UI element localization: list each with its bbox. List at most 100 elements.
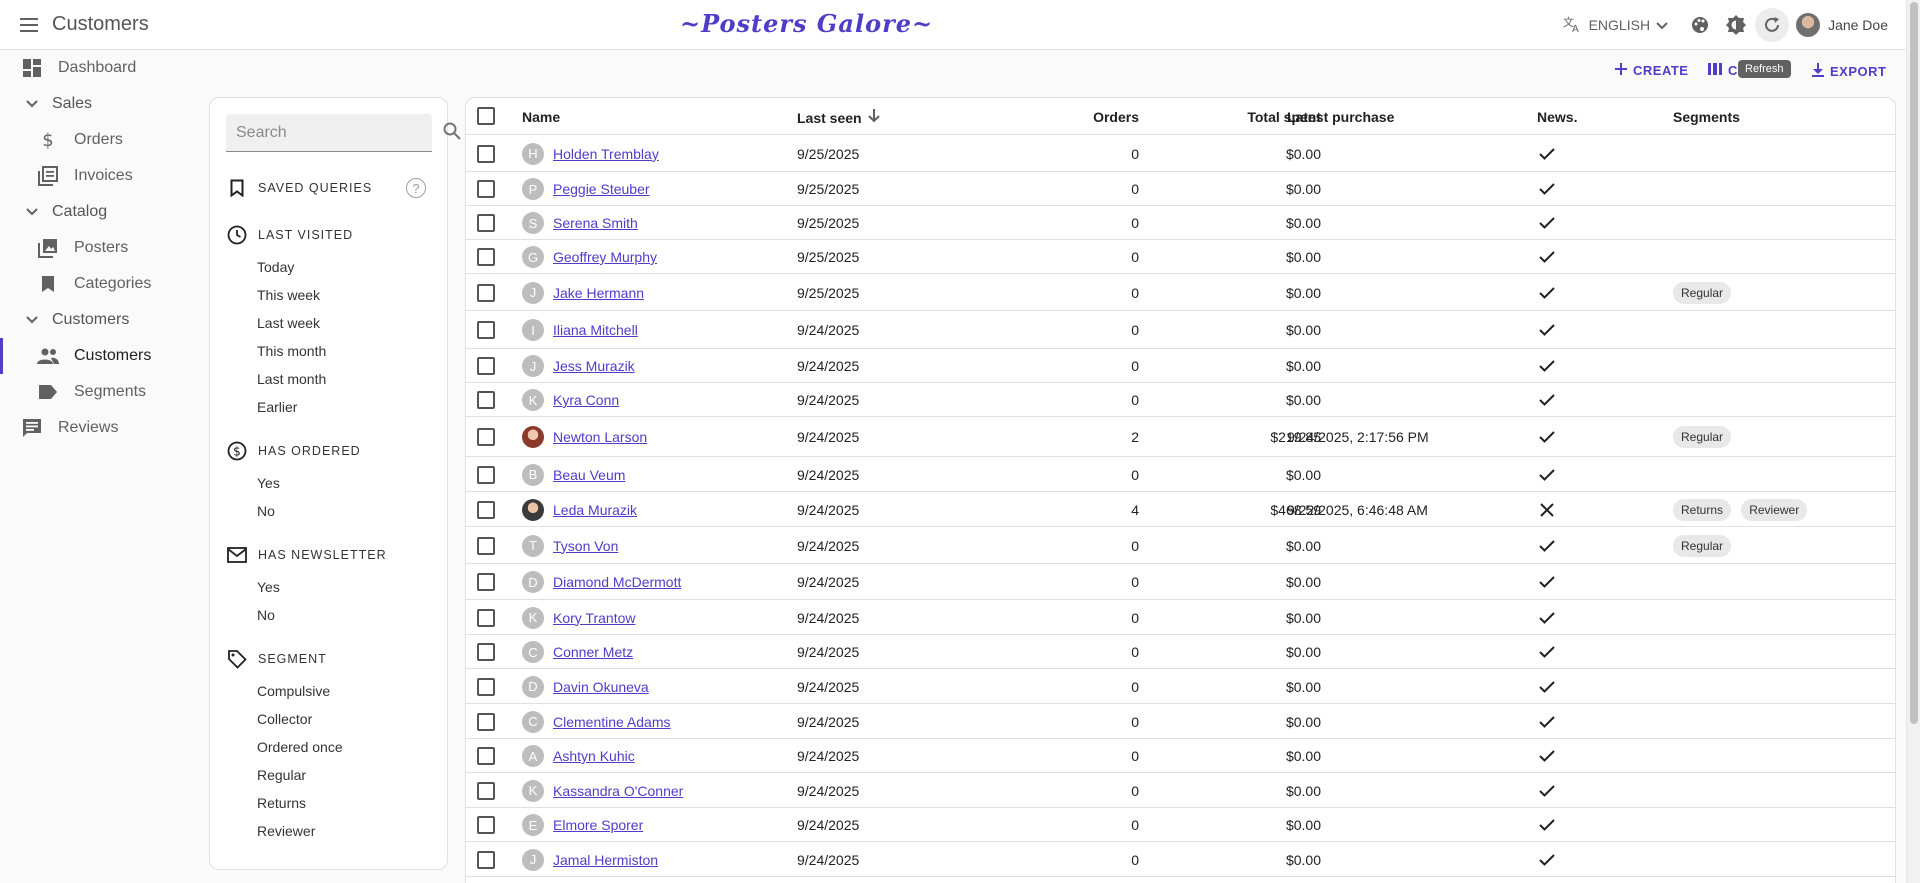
filter-segment-returns[interactable]: Returns	[257, 795, 306, 811]
customer-name-link[interactable]: Iliana Mitchell	[553, 322, 638, 338]
row-checkbox[interactable]	[477, 248, 495, 266]
table-row[interactable]: S Serena Smith 9/25/2025 0 $0.00	[466, 206, 1895, 240]
row-checkbox[interactable]	[477, 391, 495, 409]
filter-this-month[interactable]: This month	[257, 343, 326, 359]
sidebar-item-orders[interactable]: $ Orders	[0, 122, 200, 158]
row-checkbox[interactable]	[477, 500, 495, 519]
help-icon[interactable]: ?	[406, 178, 426, 198]
table-row[interactable]: T Tyson Von 9/24/2025 0 $0.00 Regular	[466, 527, 1895, 564]
row-checkbox[interactable]	[477, 643, 495, 661]
row-checkbox[interactable]	[477, 850, 495, 869]
column-last-seen[interactable]: Last seen	[797, 109, 880, 126]
palette-icon[interactable]	[1683, 8, 1717, 42]
customer-name-link[interactable]: Serena Smith	[553, 215, 638, 231]
row-checkbox[interactable]	[477, 781, 495, 800]
language-selector[interactable]: 文A ENGLISH	[1563, 15, 1668, 36]
row-checkbox[interactable]	[477, 608, 495, 627]
table-row[interactable]: Leda Murazik 9/24/2025 4 $468.59 9/22/2025, …	[466, 492, 1895, 527]
customer-name-link[interactable]: Newton Larson	[553, 429, 647, 445]
customer-name-link[interactable]: Davin Okuneva	[553, 679, 649, 695]
row-checkbox[interactable]	[477, 283, 495, 302]
table-row[interactable]: J Jess Murazik 9/24/2025 0 $0.00	[466, 349, 1895, 383]
customer-name-link[interactable]: Ashtyn Kuhic	[553, 748, 635, 764]
column-orders[interactable]: Orders	[1029, 109, 1139, 125]
table-row[interactable]: K Kory Trantow 9/24/2025 0 $0.00	[466, 600, 1895, 635]
table-row[interactable]: K Kassandra O'Conner 9/24/2025 0 $0.00	[466, 773, 1895, 808]
row-checkbox[interactable]	[477, 428, 495, 446]
customer-name-link[interactable]: Peggie Steuber	[553, 181, 650, 197]
sidebar-item-categories[interactable]: Categories	[0, 266, 200, 302]
sidebar-item-dashboard[interactable]: Dashboard	[0, 50, 200, 86]
customer-name-link[interactable]: Beau Veum	[553, 467, 625, 483]
sidebar-item-customers-group[interactable]: Customers	[0, 302, 200, 338]
sidebar-item-segments[interactable]: Segments	[0, 374, 200, 410]
customer-name-link[interactable]: Kassandra O'Conner	[553, 783, 683, 799]
table-row[interactable]: Newton Larson 9/24/2025 2 $219.85 9/24/2025,…	[466, 417, 1895, 457]
filter-segment-collector[interactable]: Collector	[257, 711, 312, 727]
filter-has-ordered-yes[interactable]: Yes	[257, 475, 280, 491]
customer-name-link[interactable]: Diamond McDermott	[553, 574, 681, 590]
sidebar-item-invoices[interactable]: Invoices	[0, 158, 200, 194]
user-menu[interactable]: Jane Doe	[1796, 13, 1888, 37]
scrollbar-thumb[interactable]	[1910, 2, 1918, 724]
menu-icon[interactable]	[14, 9, 46, 41]
filter-earlier[interactable]: Earlier	[257, 399, 297, 415]
customer-name-link[interactable]: Geoffrey Murphy	[553, 249, 657, 265]
table-row[interactable]: D Davin Okuneva 9/24/2025 0 $0.00	[466, 669, 1895, 704]
table-row[interactable]: E Elmore Sporer 9/24/2025 0 $0.00	[466, 808, 1895, 842]
search-field[interactable]	[226, 114, 461, 152]
table-row[interactable]: H Holden Tremblay 9/25/2025 0 $0.00	[466, 135, 1895, 172]
customer-name-link[interactable]: Conner Metz	[553, 644, 633, 660]
columns-button[interactable]: C	[1708, 63, 1738, 78]
customer-name-link[interactable]: Clementine Adams	[553, 714, 671, 730]
filter-last-month[interactable]: Last month	[257, 371, 326, 387]
row-checkbox[interactable]	[477, 747, 495, 765]
filter-has-ordered-no[interactable]: No	[257, 503, 275, 519]
row-checkbox[interactable]	[477, 180, 495, 198]
row-checkbox[interactable]	[477, 816, 495, 834]
customer-name-link[interactable]: Jess Murazik	[553, 358, 635, 374]
column-segments[interactable]: Segments	[1673, 109, 1740, 125]
row-checkbox[interactable]	[477, 677, 495, 696]
filter-segment-compulsive[interactable]: Compulsive	[257, 683, 330, 699]
column-name[interactable]: Name	[522, 109, 560, 125]
column-latest-purchase[interactable]: Latest purchase	[1287, 109, 1394, 125]
filter-segment-ordered-once[interactable]: Ordered once	[257, 739, 343, 755]
customer-name-link[interactable]: Holden Tremblay	[553, 146, 659, 162]
row-checkbox[interactable]	[477, 214, 495, 232]
row-checkbox[interactable]	[477, 357, 495, 375]
row-checkbox[interactable]	[477, 321, 495, 339]
export-button[interactable]: EXPORT	[1812, 63, 1886, 80]
row-checkbox[interactable]	[477, 465, 495, 484]
row-checkbox[interactable]	[477, 573, 495, 591]
filter-segment-reviewer[interactable]: Reviewer	[257, 823, 315, 839]
column-newsletter[interactable]: News.	[1537, 109, 1577, 125]
page-scrollbar[interactable]	[1906, 0, 1920, 883]
customer-name-link[interactable]: Kyra Conn	[553, 392, 619, 408]
table-row[interactable]: A Ashtyn Kuhic 9/24/2025 0 $0.00	[466, 739, 1895, 773]
customer-name-link[interactable]: Kory Trantow	[553, 610, 635, 626]
create-button[interactable]: CREATE	[1615, 63, 1688, 78]
select-all-checkbox[interactable]	[477, 107, 495, 125]
table-row[interactable]: P Peggie Steuber 9/25/2025 0 $0.00	[466, 172, 1895, 206]
filter-newsletter-no[interactable]: No	[257, 607, 275, 623]
filter-segment-regular[interactable]: Regular	[257, 767, 306, 783]
filter-this-week[interactable]: This week	[257, 287, 320, 303]
sidebar-item-sales-group[interactable]: Sales	[0, 86, 200, 122]
table-row[interactable]: J Jake Hermann 9/25/2025 0 $0.00 Regular	[466, 274, 1895, 311]
customer-name-link[interactable]: Jamal Hermiston	[553, 852, 658, 868]
table-row[interactable]: J Jamal Hermiston 9/24/2025 0 $0.00	[466, 842, 1895, 877]
refresh-icon[interactable]	[1755, 8, 1790, 42]
table-row[interactable]: B Beau Veum 9/24/2025 0 $0.00	[466, 457, 1895, 492]
table-row[interactable]: G Geoffrey Murphy 9/25/2025 0 $0.00	[466, 240, 1895, 274]
table-row[interactable]: D Diamond McDermott 9/24/2025 0 $0.00	[466, 564, 1895, 600]
table-row[interactable]: C Clementine Adams 9/24/2025 0 $0.00	[466, 704, 1895, 739]
customer-name-link[interactable]: Tyson Von	[553, 538, 618, 554]
filter-last-week[interactable]: Last week	[257, 315, 320, 331]
sidebar-item-posters[interactable]: Posters	[0, 230, 200, 266]
row-checkbox[interactable]	[477, 536, 495, 555]
table-row[interactable]: C Conner Metz 9/24/2025 0 $0.00	[466, 635, 1895, 669]
customer-name-link[interactable]: Jake Hermann	[553, 285, 644, 301]
customer-name-link[interactable]: Leda Murazik	[553, 502, 637, 518]
filter-newsletter-yes[interactable]: Yes	[257, 579, 280, 595]
